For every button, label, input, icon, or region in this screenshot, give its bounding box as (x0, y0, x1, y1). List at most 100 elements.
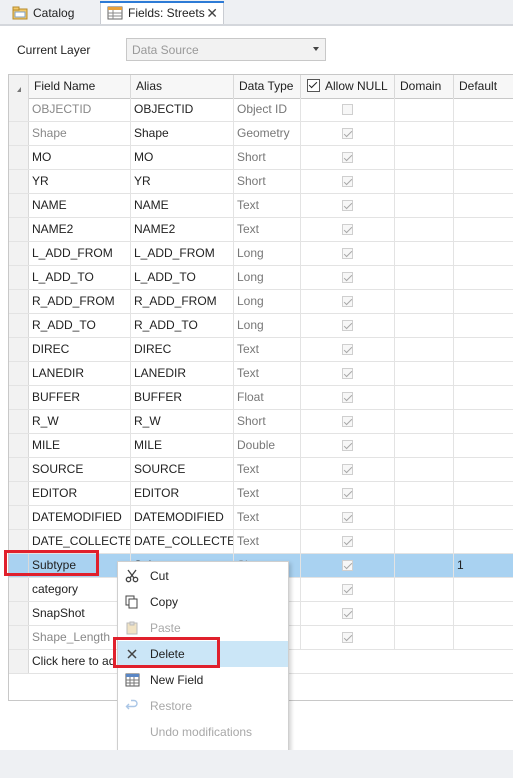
domain-cell[interactable] (395, 122, 454, 145)
data-type-cell[interactable]: Object ID (234, 98, 301, 121)
table-row[interactable]: MILE MILE Double (9, 434, 513, 458)
domain-cell[interactable] (395, 458, 454, 481)
data-type-cell[interactable]: Long (234, 266, 301, 289)
domain-cell[interactable] (395, 266, 454, 289)
data-type-cell[interactable]: Short (234, 410, 301, 433)
table-row[interactable]: Shape Shape Geometry (9, 122, 513, 146)
default-cell[interactable] (454, 626, 513, 649)
domain-cell[interactable] (395, 338, 454, 361)
table-row[interactable]: R_ADD_FROM R_ADD_FROM Long (9, 290, 513, 314)
default-cell[interactable] (454, 266, 513, 289)
data-type-cell[interactable]: Text (234, 530, 301, 553)
column-header-default[interactable]: Default (454, 75, 513, 98)
default-cell[interactable] (454, 314, 513, 337)
row-selector[interactable] (9, 434, 29, 457)
domain-cell[interactable] (395, 386, 454, 409)
default-cell[interactable] (454, 482, 513, 505)
allow-null-cell[interactable] (301, 602, 395, 625)
default-cell[interactable] (454, 362, 513, 385)
menu-item-paste[interactable]: Paste (118, 615, 288, 641)
alias-cell[interactable]: EDITOR (131, 482, 234, 505)
allow-null-checkbox[interactable] (342, 632, 353, 643)
column-header-allow-null[interactable]: Allow NULL (301, 75, 395, 98)
row-selector[interactable] (9, 338, 29, 361)
field-name-cell[interactable]: R_ADD_TO (29, 314, 131, 337)
default-cell[interactable] (454, 578, 513, 601)
table-row[interactable]: R_W R_W Short (9, 410, 513, 434)
row-selector[interactable] (9, 530, 29, 553)
allow-null-checkbox[interactable] (342, 488, 353, 499)
field-name-cell[interactable]: Shape (29, 122, 131, 145)
default-cell[interactable] (454, 98, 513, 121)
domain-cell[interactable] (395, 290, 454, 313)
allow-null-checkbox[interactable] (342, 416, 353, 427)
allow-null-checkbox[interactable] (342, 536, 353, 547)
row-selector[interactable] (9, 98, 29, 121)
data-type-cell[interactable]: Text (234, 338, 301, 361)
row-selector[interactable] (9, 602, 29, 625)
allow-null-cell[interactable] (301, 482, 395, 505)
menu-item-delete[interactable]: Delete (118, 641, 288, 667)
allow-null-cell[interactable] (301, 146, 395, 169)
data-type-cell[interactable]: Short (234, 146, 301, 169)
domain-cell[interactable] (395, 98, 454, 121)
domain-cell[interactable] (395, 482, 454, 505)
alias-cell[interactable]: L_ADD_TO (131, 266, 234, 289)
allow-null-checkbox[interactable] (342, 104, 353, 115)
column-header-domain[interactable]: Domain (395, 75, 454, 98)
data-type-cell[interactable]: Text (234, 218, 301, 241)
allow-null-checkbox[interactable] (342, 512, 353, 523)
alias-cell[interactable]: YR (131, 170, 234, 193)
field-name-cell[interactable]: L_ADD_TO (29, 266, 131, 289)
default-cell[interactable] (454, 170, 513, 193)
allow-null-checkbox[interactable] (342, 272, 353, 283)
alias-cell[interactable]: DIREC (131, 338, 234, 361)
data-type-cell[interactable]: Float (234, 386, 301, 409)
field-name-cell[interactable]: OBJECTID (29, 98, 131, 121)
alias-cell[interactable]: OBJECTID (131, 98, 234, 121)
row-selector[interactable] (9, 578, 29, 601)
default-cell[interactable] (454, 194, 513, 217)
allow-null-checkbox[interactable] (342, 152, 353, 163)
domain-cell[interactable] (395, 554, 454, 577)
allow-null-cell[interactable] (301, 626, 395, 649)
allow-null-cell[interactable] (301, 434, 395, 457)
default-cell[interactable] (454, 434, 513, 457)
select-all-corner[interactable] (9, 75, 29, 98)
default-cell[interactable] (454, 218, 513, 241)
alias-cell[interactable]: R_W (131, 410, 234, 433)
allow-null-cell[interactable] (301, 266, 395, 289)
domain-cell[interactable] (395, 194, 454, 217)
default-cell[interactable] (454, 386, 513, 409)
allow-null-cell[interactable] (301, 314, 395, 337)
row-selector[interactable] (9, 626, 29, 649)
table-row[interactable]: L_ADD_FROM L_ADD_FROM Long (9, 242, 513, 266)
allow-null-checkbox[interactable] (342, 584, 353, 595)
row-selector[interactable] (9, 458, 29, 481)
allow-null-checkbox[interactable] (342, 464, 353, 475)
allow-null-checkbox[interactable] (342, 392, 353, 403)
row-selector[interactable] (9, 362, 29, 385)
row-selector[interactable] (9, 554, 29, 577)
field-name-cell[interactable]: R_W (29, 410, 131, 433)
row-selector[interactable] (9, 506, 29, 529)
default-cell[interactable] (454, 338, 513, 361)
domain-cell[interactable] (395, 146, 454, 169)
allow-null-cell[interactable] (301, 122, 395, 145)
allow-null-checkbox[interactable] (342, 344, 353, 355)
field-name-cell[interactable]: category (29, 578, 131, 601)
field-name-cell[interactable]: NAME (29, 194, 131, 217)
domain-cell[interactable] (395, 506, 454, 529)
alias-cell[interactable]: R_ADD_TO (131, 314, 234, 337)
alias-cell[interactable]: LANEDIR (131, 362, 234, 385)
menu-item-undo-modifications[interactable]: Undo modifications (118, 719, 288, 745)
row-selector[interactable] (9, 194, 29, 217)
default-cell[interactable] (454, 530, 513, 553)
menu-item-cut[interactable]: Cut (118, 563, 288, 589)
default-cell[interactable] (454, 506, 513, 529)
row-selector[interactable] (9, 218, 29, 241)
alias-cell[interactable]: BUFFER (131, 386, 234, 409)
field-name-cell[interactable]: LANEDIR (29, 362, 131, 385)
data-type-cell[interactable]: Long (234, 242, 301, 265)
allow-null-checkbox[interactable] (342, 200, 353, 211)
